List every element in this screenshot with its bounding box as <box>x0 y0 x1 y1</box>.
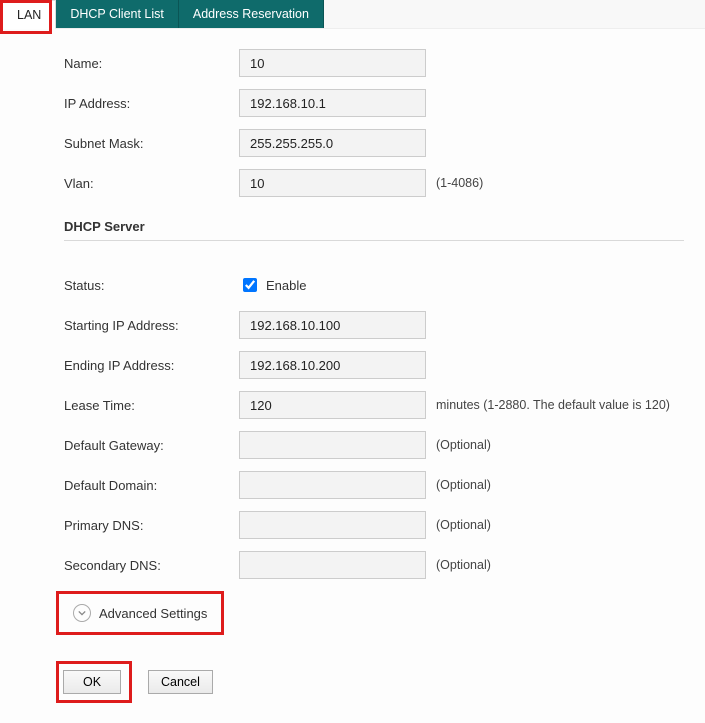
lease-time-label: Lease Time: <box>64 398 239 413</box>
enable-label: Enable <box>266 278 306 293</box>
primary-dns-hint: (Optional) <box>436 518 491 532</box>
default-domain-label: Default Domain: <box>64 478 239 493</box>
vlan-input[interactable] <box>239 169 426 197</box>
lan-form: Name: IP Address: Subnet Mask: Vlan: (1-… <box>0 29 705 723</box>
vlan-label: Vlan: <box>64 176 239 191</box>
default-gateway-hint: (Optional) <box>436 438 491 452</box>
tab-bar: LAN DHCP Client List Address Reservation <box>0 0 705 29</box>
starting-ip-input[interactable] <box>239 311 426 339</box>
enable-checkbox-wrap[interactable]: Enable <box>239 275 306 295</box>
advanced-settings-label: Advanced Settings <box>99 606 207 621</box>
button-row: OK Cancel <box>56 661 697 703</box>
primary-dns-input[interactable] <box>239 511 426 539</box>
ip-address-input[interactable] <box>239 89 426 117</box>
default-domain-hint: (Optional) <box>436 478 491 492</box>
cancel-button[interactable]: Cancel <box>148 670 213 694</box>
chevron-down-icon <box>73 604 91 622</box>
subnet-mask-label: Subnet Mask: <box>64 136 239 151</box>
dhcp-server-heading: DHCP Server <box>64 219 684 241</box>
secondary-dns-input[interactable] <box>239 551 426 579</box>
secondary-dns-hint: (Optional) <box>436 558 491 572</box>
highlight-advanced: Advanced Settings <box>56 591 224 635</box>
ok-button[interactable]: OK <box>63 670 121 694</box>
subnet-mask-input[interactable] <box>239 129 426 157</box>
default-domain-input[interactable] <box>239 471 426 499</box>
primary-dns-label: Primary DNS: <box>64 518 239 533</box>
ending-ip-input[interactable] <box>239 351 426 379</box>
default-gateway-input[interactable] <box>239 431 426 459</box>
lease-time-input[interactable] <box>239 391 426 419</box>
name-input[interactable] <box>239 49 426 77</box>
status-label: Status: <box>64 278 239 293</box>
enable-checkbox[interactable] <box>243 278 257 292</box>
vlan-hint: (1-4086) <box>436 176 483 190</box>
starting-ip-label: Starting IP Address: <box>64 318 239 333</box>
tab-dhcp-client-list[interactable]: DHCP Client List <box>56 0 179 28</box>
lease-time-hint: minutes (1-2880. The default value is 12… <box>436 398 670 412</box>
highlight-ok: OK <box>56 661 132 703</box>
advanced-settings-toggle[interactable]: Advanced Settings <box>65 598 215 628</box>
name-label: Name: <box>64 56 239 71</box>
tab-lan[interactable]: LAN <box>2 0 56 29</box>
ending-ip-label: Ending IP Address: <box>64 358 239 373</box>
default-gateway-label: Default Gateway: <box>64 438 239 453</box>
tab-address-reservation[interactable]: Address Reservation <box>179 0 324 28</box>
secondary-dns-label: Secondary DNS: <box>64 558 239 573</box>
ip-address-label: IP Address: <box>64 96 239 111</box>
